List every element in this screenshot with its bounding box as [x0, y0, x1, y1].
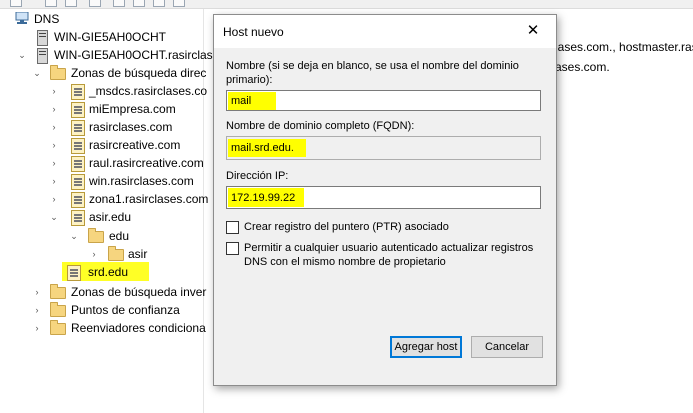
chevron-down-icon[interactable]: ⌄ — [48, 208, 60, 226]
tree-item-zone[interactable]: › miEmpresa.com — [52, 100, 176, 118]
chevron-right-icon[interactable]: › — [31, 283, 43, 301]
dialog-title: Host nuevo — [223, 25, 284, 39]
tree-item-server-full[interactable]: ⌄ WIN-GIE5AH0OCHT.rasirclas — [18, 46, 213, 64]
new-host-dialog: Host nuevo ✕ Nombre (si se deja en blanc… — [213, 14, 557, 386]
chevron-right-icon[interactable]: › — [31, 301, 43, 319]
auth-update-label: Permitir a cualquier usuario autenticado… — [244, 242, 534, 254]
zone-icon — [70, 172, 86, 190]
toolbar-button[interactable] — [133, 0, 145, 7]
tree-item-trust-points[interactable]: › Puntos de confianza — [34, 301, 180, 319]
auth-update-label-cont: DNS con el mismo nombre de propietario — [244, 256, 446, 268]
zone-icon — [70, 118, 86, 136]
auth-update-checkbox[interactable] — [226, 242, 239, 255]
chevron-down-icon[interactable]: ⌄ — [68, 227, 80, 245]
close-icon: ✕ — [526, 22, 540, 39]
chevron-right-icon[interactable]: › — [48, 118, 60, 136]
zone-icon — [70, 100, 86, 118]
toolbar — [0, 0, 693, 9]
zone-icon — [70, 154, 86, 172]
server-icon — [36, 46, 52, 64]
folder-icon — [50, 301, 66, 319]
tree-item-forward-zones[interactable]: ⌄ Zonas de búsqueda direc — [31, 64, 206, 82]
zone-icon — [70, 208, 86, 226]
tree-item-zone-asir-edu[interactable]: ⌄ asir.edu — [50, 208, 131, 226]
tree-item-zone[interactable]: › zona1.rasirclases.com — [52, 190, 208, 208]
host-name-value: mail — [231, 95, 252, 107]
chevron-right-icon[interactable]: › — [48, 82, 60, 100]
tree-item-zone[interactable]: › raul.rasircreative.com — [52, 154, 204, 172]
chevron-right-icon[interactable]: › — [48, 154, 60, 172]
add-host-button[interactable]: Agregar host — [390, 336, 462, 358]
tree-item-zone[interactable]: › _msdcs.rasirclases.co — [52, 82, 207, 100]
folder-icon — [50, 64, 66, 82]
dialog-body: Nombre (si se deja en blanco, se usa el … — [214, 48, 556, 385]
chevron-right-icon[interactable]: › — [88, 245, 100, 263]
ip-address-value: 172.19.99.22 — [231, 192, 296, 204]
tree-item-zone[interactable]: › win.rasirclases.com — [52, 172, 194, 190]
folder-icon — [50, 283, 66, 301]
toolbar-button[interactable] — [173, 0, 185, 7]
zone-icon — [70, 136, 86, 154]
tree-item-reverse-zones[interactable]: › Zonas de búsqueda inver — [34, 283, 206, 301]
name-label-cont: primario): — [226, 74, 273, 86]
tree-item-zone-srd-edu[interactable]: srd.edu — [66, 263, 128, 281]
zone-icon — [70, 190, 86, 208]
tree-item-dns[interactable]: DNS — [14, 10, 59, 28]
chevron-right-icon[interactable]: › — [48, 136, 60, 154]
soa-record-text: ases.com. — [555, 60, 610, 74]
zone-icon — [66, 263, 82, 281]
tree-item-folder-asir[interactable]: › asir — [88, 245, 147, 263]
soa-record-text: lases.com., hostmaster.ras — [555, 40, 693, 54]
dialog-titlebar[interactable]: Host nuevo ✕ — [214, 15, 556, 48]
ip-address-input[interactable]: 172.19.99.22 — [226, 186, 541, 209]
folder-icon — [88, 227, 104, 245]
fqdn-label: Nombre de dominio completo (FQDN): — [226, 120, 415, 132]
zone-icon — [70, 82, 86, 100]
fqdn-field: mail.srd.edu. — [226, 136, 541, 160]
chevron-right-icon[interactable]: › — [48, 100, 60, 118]
toolbar-button[interactable] — [113, 0, 125, 7]
back-button[interactable] — [10, 0, 22, 7]
fqdn-value: mail.srd.edu. — [231, 142, 294, 154]
folder-icon — [108, 245, 124, 263]
name-label: Nombre (si se deja en blanco, se usa el … — [226, 60, 519, 72]
chevron-right-icon[interactable]: › — [31, 319, 43, 337]
tree-item-server-short[interactable]: WIN-GIE5AH0OCHT — [36, 28, 166, 46]
tree-item-conditional-forwarders[interactable]: › Reenviadores condiciona — [34, 319, 206, 337]
chevron-down-icon[interactable]: ⌄ — [16, 46, 28, 64]
folder-icon — [50, 319, 66, 337]
dns-icon — [14, 10, 30, 28]
ip-label: Dirección IP: — [226, 170, 289, 182]
host-name-input[interactable]: mail — [226, 90, 541, 111]
tree-item-folder-edu[interactable]: ⌄ edu — [70, 227, 129, 245]
chevron-right-icon[interactable]: › — [48, 172, 60, 190]
ptr-checkbox[interactable] — [226, 221, 239, 234]
toolbar-button[interactable] — [45, 0, 57, 7]
tree-item-zone[interactable]: › rasircreative.com — [52, 136, 180, 154]
cancel-button[interactable]: Cancelar — [471, 336, 543, 358]
toolbar-button[interactable] — [65, 0, 77, 7]
ptr-checkbox-label: Crear registro del puntero (PTR) asociad… — [244, 221, 449, 233]
server-icon — [36, 28, 52, 46]
tree-item-zone[interactable]: › rasirclases.com — [52, 118, 172, 136]
chevron-right-icon[interactable]: › — [48, 190, 60, 208]
toolbar-button[interactable] — [153, 0, 165, 7]
chevron-down-icon[interactable]: ⌄ — [31, 64, 43, 82]
close-button[interactable]: ✕ — [511, 16, 555, 46]
toolbar-button[interactable] — [89, 0, 101, 7]
